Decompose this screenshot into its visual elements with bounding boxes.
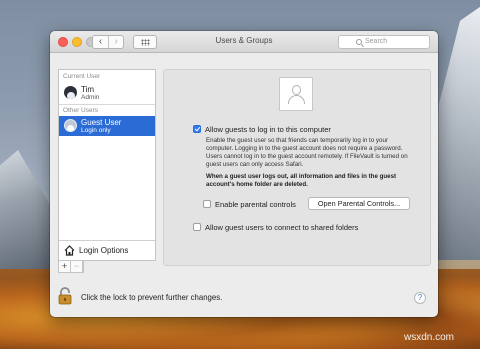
help-button[interactable]: ? <box>414 292 426 304</box>
title-bar: ‹ › Users & Groups Search <box>50 31 438 53</box>
shared-folders-checkbox[interactable] <box>193 223 201 231</box>
sidebar-divider <box>59 104 155 105</box>
user-role: Admin <box>81 94 100 101</box>
sidebar-buttons: + − <box>58 261 84 273</box>
shared-folders-label: Allow guest users to connect to shared f… <box>205 223 359 232</box>
person-head-icon <box>292 85 301 95</box>
guest-avatar <box>64 119 77 132</box>
allow-guest-login-label: Allow guests to log in to this computer <box>205 125 331 134</box>
guest-description: Enable the guest user so that friends ca… <box>206 137 408 169</box>
guest-warning: When a guest user logs out, all informat… <box>206 173 397 189</box>
sidebar-item-tim[interactable]: Tim Admin <box>59 83 155 103</box>
add-user-button[interactable]: + <box>59 261 71 272</box>
search-field[interactable]: Search <box>338 35 430 49</box>
allow-guest-login-checkbox[interactable] <box>193 125 201 133</box>
user-name: Guest User <box>81 118 122 127</box>
watermark: wsxdn.com <box>404 332 455 343</box>
user-avatar <box>64 86 77 99</box>
search-icon <box>356 39 362 45</box>
parental-controls-checkbox[interactable] <box>203 200 211 208</box>
user-name: Tim <box>81 85 95 94</box>
parental-controls-label: Enable parental controls <box>215 200 296 209</box>
current-user-header: Current User <box>63 73 101 80</box>
login-options-item[interactable]: Login Options <box>59 240 155 260</box>
person-body-icon <box>288 95 305 104</box>
users-groups-window: ‹ › Users & Groups Search Current User T… <box>50 31 438 317</box>
other-users-header: Other Users <box>63 107 99 114</box>
users-sidebar: Current User Tim Admin Other Users Guest… <box>58 69 156 261</box>
guest-picture[interactable] <box>279 77 313 111</box>
sidebar-item-guest-user[interactable]: Guest User Login only <box>59 116 155 136</box>
remove-user-button[interactable]: − <box>71 261 83 272</box>
user-role: Login only <box>81 127 111 134</box>
guest-settings-panel: Allow guests to log in to this computer … <box>163 69 431 266</box>
lock-icon[interactable] <box>58 287 72 305</box>
search-placeholder: Search <box>365 38 388 45</box>
lock-label: Click the lock to prevent further change… <box>81 293 223 302</box>
house-icon <box>64 245 75 256</box>
login-options-label: Login Options <box>79 246 129 255</box>
open-parental-controls-button[interactable]: Open Parental Controls... <box>308 197 410 210</box>
